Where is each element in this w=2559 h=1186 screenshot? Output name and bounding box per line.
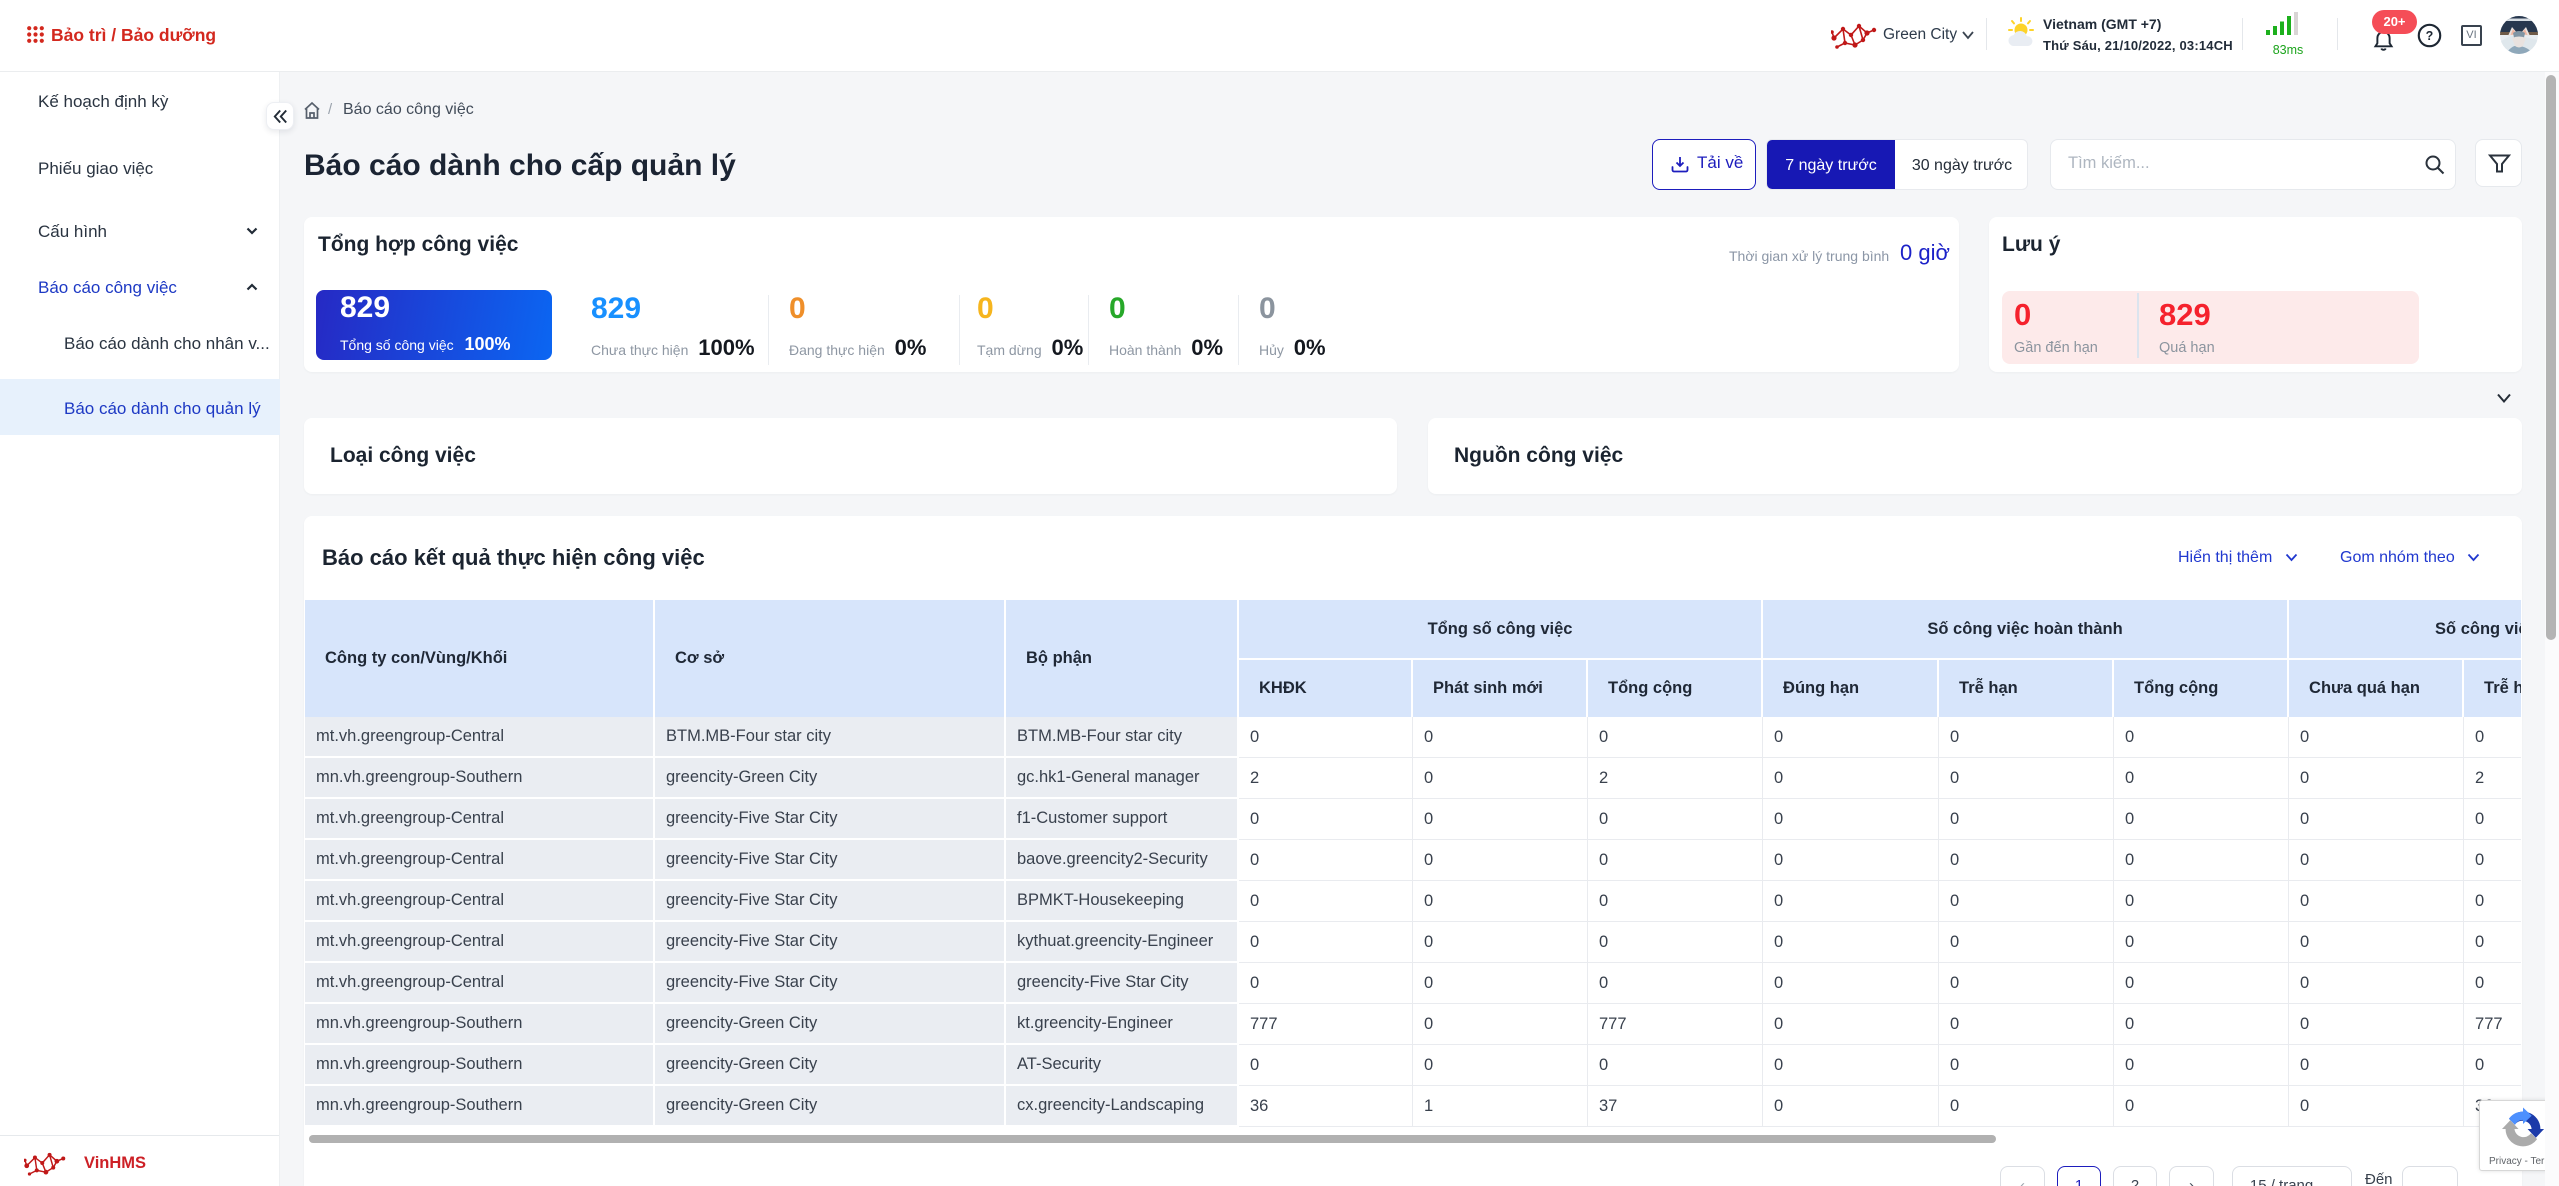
svg-text:?: ? [2426,29,2434,43]
